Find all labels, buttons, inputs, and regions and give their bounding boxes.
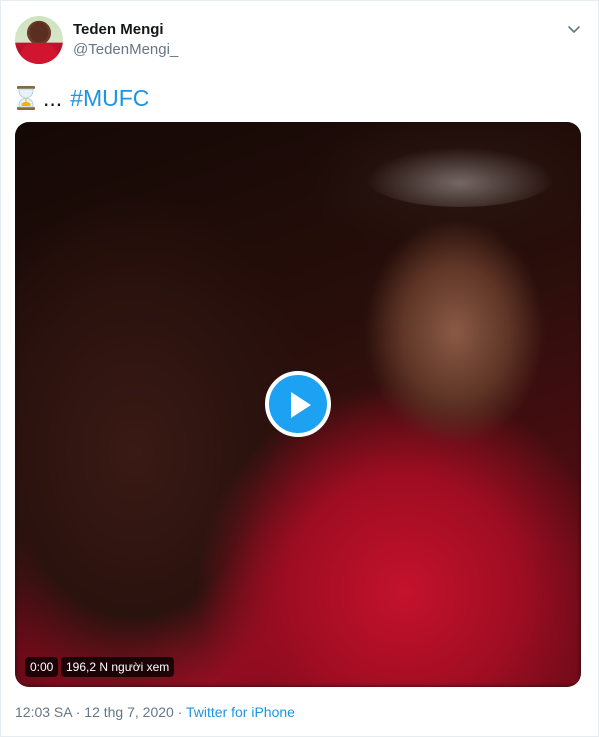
play-icon <box>291 392 311 418</box>
video-time-badge: 0:00 <box>25 657 59 677</box>
tweet-time[interactable]: 12:03 SA <box>15 704 72 720</box>
tweet-ellipsis: ... <box>43 85 63 111</box>
meta-separator: · <box>173 704 187 720</box>
tweet-meta: 12:03 SA · 12 thg 7, 2020 · Twitter for … <box>15 704 295 720</box>
author-name[interactable]: Teden Mengi <box>73 21 164 38</box>
hashtag-link[interactable]: #MUFC <box>70 83 149 113</box>
chevron-down-icon[interactable] <box>566 21 582 37</box>
tweet-card: Teden Mengi @TedenMengi_ ... #MUFC 0:00 … <box>0 0 599 737</box>
play-button[interactable] <box>265 371 331 437</box>
video-highlight <box>365 147 555 207</box>
avatar-shirt <box>20 43 58 64</box>
video-views-badge: 196,2 N người xem <box>61 657 175 677</box>
author-handle[interactable]: @TedenMengi_ <box>73 41 178 58</box>
hourglass-icon <box>15 85 37 111</box>
video-player[interactable]: 0:00 196,2 N người xem <box>15 122 581 687</box>
tweet-date[interactable]: 12 thg 7, 2020 <box>84 704 174 720</box>
tweet-source-link[interactable]: Twitter for iPhone <box>186 704 295 720</box>
author-avatar[interactable] <box>15 16 63 64</box>
avatar-head <box>30 22 48 42</box>
meta-separator: · <box>71 704 85 720</box>
tweet-text: ... #MUFC <box>15 83 149 113</box>
